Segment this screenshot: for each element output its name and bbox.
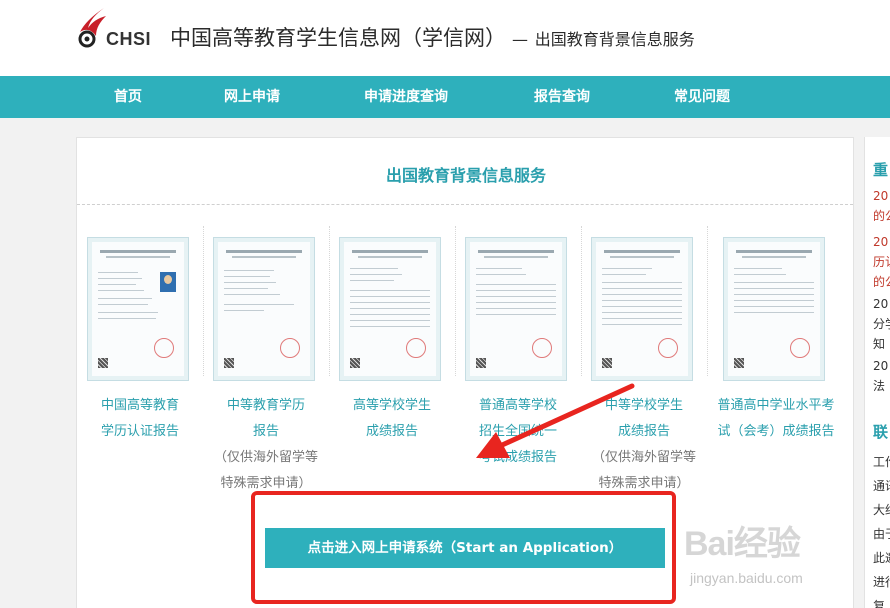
sidebar-contact-line: 工作: [873, 455, 890, 469]
seal-icon: [280, 338, 300, 358]
right-sidebar: 重 20 的公 20 历认 的公 20 分学 知 20 法 联 工作 通讯 大约…: [864, 137, 890, 608]
qr-code-icon: [476, 358, 486, 368]
report-card-label[interactable]: 中国高等教育 学历认证报告: [77, 393, 203, 445]
report-thumbnail[interactable]: [339, 237, 441, 381]
nav-item-report-query[interactable]: 报告查询: [534, 76, 590, 118]
sidebar-contact-line: 此邀: [873, 551, 890, 565]
sidebar-notice-line[interactable]: 的公: [873, 271, 890, 293]
student-photo: [160, 272, 176, 292]
qr-code-icon: [98, 358, 108, 368]
nav-item-progress-query[interactable]: 申请进度查询: [364, 76, 448, 118]
sidebar-contact-line: 进行: [873, 575, 890, 589]
section-title: 出国教育背景信息服务: [385, 166, 546, 185]
sidebar-contact-line: 复: [873, 599, 886, 608]
report-card-label[interactable]: 普通高等学校 招生全国统一 考试成绩报告: [455, 393, 581, 471]
sidebar-title-contact: 联: [873, 423, 889, 441]
logo-text: CHSI: [106, 29, 152, 49]
site-title: 中国高等教育学生信息网（学信网） — 出国教育背景信息服务: [170, 22, 695, 52]
report-thumbnail[interactable]: [723, 237, 825, 381]
report-thumbnail[interactable]: [591, 237, 693, 381]
report-thumbnail[interactable]: [213, 237, 315, 381]
seal-icon: [154, 338, 174, 358]
qr-code-icon: [224, 358, 234, 368]
chsi-logo[interactable]: CHSI: [74, 6, 158, 50]
report-card-label[interactable]: 中等学校学生 成绩报告 （仅供海外留学等 特殊需求申请）: [581, 393, 707, 497]
sidebar-notice-line[interactable]: 分学: [873, 313, 890, 335]
report-thumbnail[interactable]: [87, 237, 189, 381]
sidebar-contact-line: 由于: [873, 527, 890, 541]
site-header: CHSI 中国高等教育学生信息网（学信网） — 出国教育背景信息服务: [0, 0, 890, 76]
sidebar-contact-line: 大约: [873, 503, 890, 517]
seal-icon: [790, 338, 810, 358]
nav-item-home[interactable]: 首页: [114, 76, 142, 118]
qr-code-icon: [350, 358, 360, 368]
watermark-brand: Bai经验: [684, 525, 801, 563]
sidebar-notice-line[interactable]: 的公: [873, 205, 890, 227]
sidebar-notice-line[interactable]: 法: [873, 375, 885, 397]
title-dash: —: [512, 30, 528, 49]
report-card-label[interactable]: 高等学校学生 成绩报告: [329, 393, 455, 445]
seal-icon: [532, 338, 552, 358]
report-card-label[interactable]: 中等教育学历 报告 （仅供海外留学等 特殊需求申请）: [203, 393, 329, 497]
dashed-divider: [77, 204, 853, 205]
site-subtitle: 出国教育背景信息服务: [534, 30, 695, 49]
flame-icon: [78, 8, 106, 48]
seal-icon: [406, 338, 426, 358]
watermark-url: jingyan.baidu.com: [690, 570, 803, 586]
seal-icon: [658, 338, 678, 358]
sidebar-notice-line[interactable]: 历认: [873, 251, 890, 273]
nav-item-online-apply[interactable]: 网上申请: [224, 76, 280, 118]
sidebar-notice-line[interactable]: 知: [873, 333, 885, 355]
site-title-main: 中国高等教育学生信息网（学信网）: [170, 26, 506, 50]
sidebar-notice-line[interactable]: 20: [873, 355, 888, 377]
sidebar-contact-line: 通讯: [873, 479, 890, 493]
qr-code-icon: [734, 358, 744, 368]
qr-code-icon: [602, 358, 612, 368]
highlight-box: [251, 491, 676, 604]
report-thumbnail[interactable]: [465, 237, 567, 381]
sidebar-notice-line[interactable]: 20: [873, 293, 888, 315]
sidebar-title-notices: 重: [873, 161, 889, 179]
sidebar-notice-line[interactable]: 20: [873, 185, 888, 207]
nav-item-faq[interactable]: 常见问题: [674, 76, 730, 118]
sidebar-notice-line[interactable]: 20: [873, 231, 888, 253]
baidu-watermark: Bai经验 jingyan.baidu.com: [684, 516, 864, 600]
main-nav: 首页 网上申请 申请进度查询 报告查询 常见问题: [0, 76, 890, 118]
report-card-label[interactable]: 普通高中学业水平考 试（会考）成绩报告: [713, 393, 839, 445]
